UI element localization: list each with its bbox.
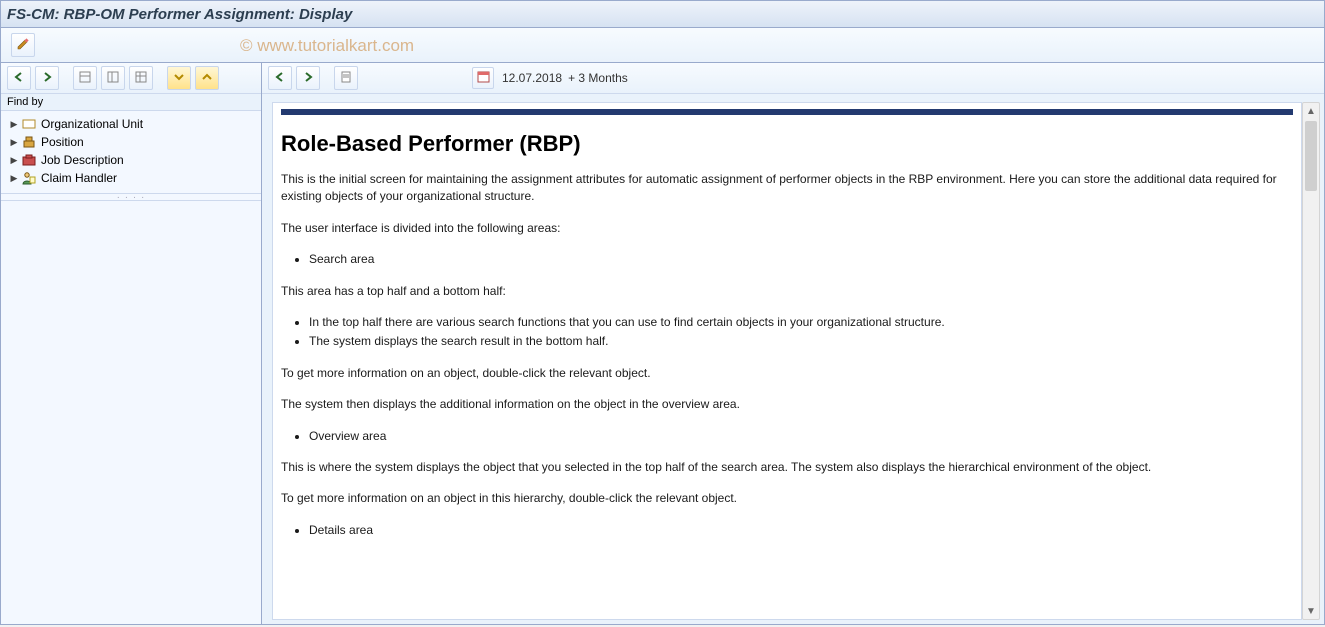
right-panel: 12.07.2018 + 3 Months Role-Based Perform…: [262, 63, 1324, 624]
doc-paragraph: This is where the system displays the ob…: [281, 459, 1287, 476]
collapse-icon: [201, 71, 213, 86]
overview-back-button[interactable]: [268, 66, 292, 90]
period-range: + 3 Months: [568, 71, 628, 85]
find-by-tree: ▶ Organizational Unit ▶ Position ▶ Job D…: [1, 111, 261, 194]
tree-expand-icon: ▶: [9, 137, 19, 147]
arrow-right-icon: [41, 71, 53, 86]
content-area: Role-Based Performer (RBP) This is the i…: [262, 94, 1324, 624]
toolbar-separator: [157, 67, 163, 89]
tree-item-claim-handler[interactable]: ▶ Claim Handler: [3, 169, 259, 187]
doc-bullet: Details area: [309, 522, 1287, 539]
org-unit-icon: [21, 116, 37, 132]
doc-bullet: Overview area: [309, 428, 1287, 445]
layout-button-3[interactable]: [129, 66, 153, 90]
main-split: Find by ▶ Organizational Unit ▶ Position…: [0, 63, 1325, 625]
expand-button[interactable]: [167, 66, 191, 90]
application-toolbar: [0, 28, 1325, 63]
tree-expand-icon: ▶: [9, 155, 19, 165]
find-by-label: Find by: [1, 94, 261, 111]
document-icon: [340, 71, 352, 86]
layout-icon: [107, 71, 119, 86]
doc-paragraph: This is the initial screen for maintaini…: [281, 171, 1287, 206]
tree-item-label: Claim Handler: [41, 171, 117, 185]
document-body: This is the initial screen for maintaini…: [273, 171, 1301, 569]
tree-item-org-unit[interactable]: ▶ Organizational Unit: [3, 115, 259, 133]
tree-item-label: Job Description: [41, 153, 124, 167]
layout-icon: [79, 71, 91, 86]
document-top-bar: [281, 109, 1293, 115]
left-panel: Find by ▶ Organizational Unit ▶ Position…: [1, 63, 262, 624]
overview-forward-button[interactable]: [296, 66, 320, 90]
expand-icon: [173, 71, 185, 86]
tree-expand-icon: ▶: [9, 119, 19, 129]
arrow-left-icon: [274, 71, 286, 86]
tree-item-position[interactable]: ▶ Position: [3, 133, 259, 151]
tree-expand-icon: ▶: [9, 173, 19, 183]
doc-paragraph: This area has a top half and a bottom ha…: [281, 283, 1287, 300]
right-toolbar: 12.07.2018 + 3 Months: [262, 63, 1324, 94]
overview-layout-button[interactable]: [334, 66, 358, 90]
window-title: FS-CM: RBP-OM Performer Assignment: Disp…: [7, 6, 352, 23]
doc-bullet: In the top half there are various search…: [309, 314, 1287, 331]
nav-back-button[interactable]: [7, 66, 31, 90]
toolbar-separator: [63, 67, 69, 89]
doc-paragraph: The system then displays the additional …: [281, 396, 1287, 413]
tree-item-label: Position: [41, 135, 84, 149]
layout-button-2[interactable]: [101, 66, 125, 90]
job-icon: [21, 152, 37, 168]
period-display: 12.07.2018 + 3 Months: [470, 67, 628, 89]
window-titlebar: FS-CM: RBP-OM Performer Assignment: Disp…: [0, 0, 1325, 28]
document-heading: Role-Based Performer (RBP): [281, 131, 1293, 157]
doc-bullet: The system displays the search result in…: [309, 333, 1287, 350]
position-icon: [21, 134, 37, 150]
vertical-scrollbar[interactable]: ▲ ▼: [1302, 102, 1320, 620]
scroll-down-icon: ▼: [1303, 603, 1319, 619]
nav-forward-button[interactable]: [35, 66, 59, 90]
scroll-up-icon: ▲: [1303, 103, 1319, 119]
person-icon: [21, 170, 37, 186]
tree-item-label: Organizational Unit: [41, 117, 143, 131]
toolbar-separator: [324, 67, 330, 89]
layout-icon: [135, 71, 147, 86]
date-picker-button[interactable]: [472, 67, 494, 89]
left-toolbar: [1, 63, 261, 94]
edit-mode-button[interactable]: [11, 33, 35, 57]
arrow-right-icon: [302, 71, 314, 86]
help-document-viewport: Role-Based Performer (RBP) This is the i…: [272, 102, 1302, 620]
layout-button-1[interactable]: [73, 66, 97, 90]
doc-paragraph: To get more information on an object in …: [281, 490, 1287, 507]
pencil-icon: [16, 37, 30, 54]
doc-bullet: Search area: [309, 251, 1287, 268]
grip-icon: · · · ·: [117, 192, 146, 203]
tree-item-job[interactable]: ▶ Job Description: [3, 151, 259, 169]
search-result-area: [1, 201, 261, 624]
splitter-handle[interactable]: · · · ·: [1, 194, 261, 201]
period-date: 12.07.2018: [502, 71, 562, 85]
scroll-thumb[interactable]: [1305, 121, 1317, 191]
doc-paragraph: The user interface is divided into the f…: [281, 220, 1287, 237]
doc-paragraph: To get more information on an object, do…: [281, 365, 1287, 382]
collapse-button[interactable]: [195, 66, 219, 90]
calendar-icon: [477, 70, 490, 86]
arrow-left-icon: [13, 71, 25, 86]
